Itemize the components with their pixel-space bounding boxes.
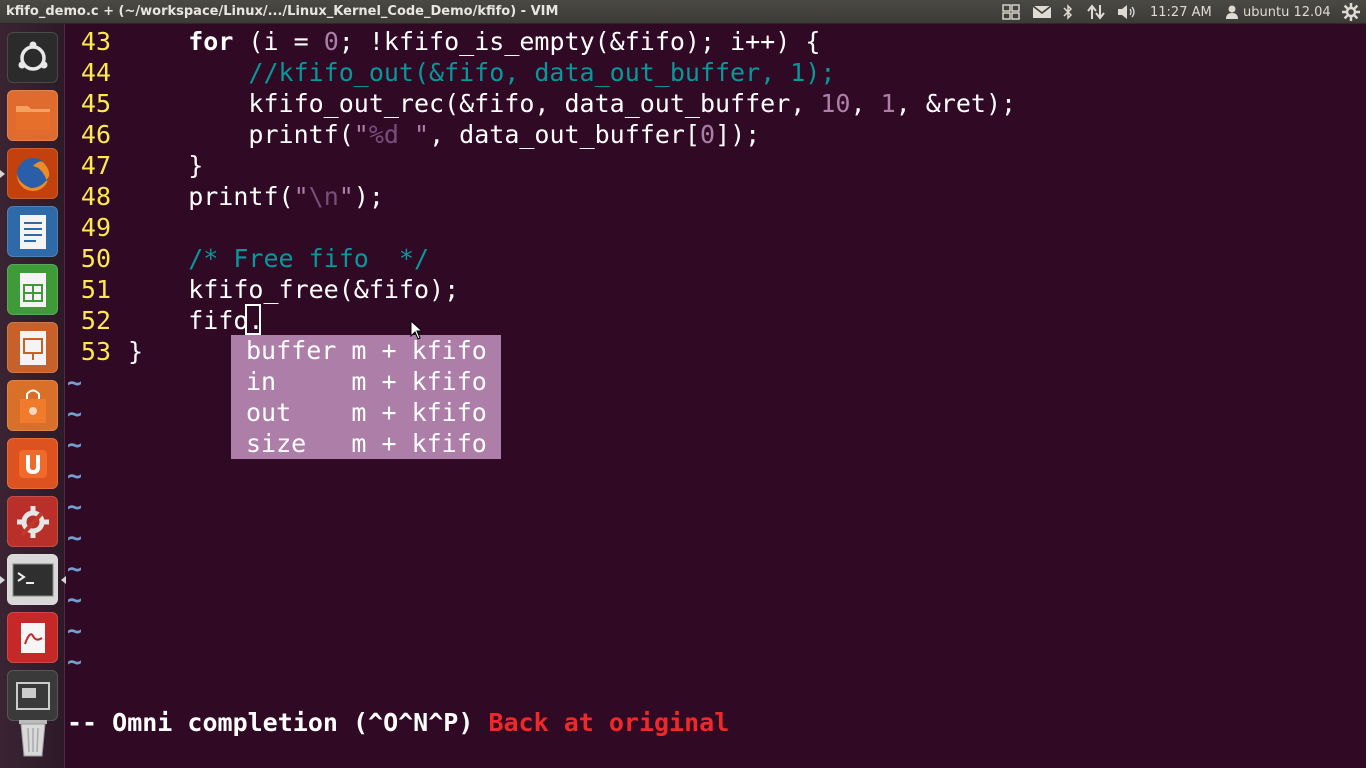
empty-line-tilde: ~	[67, 461, 83, 490]
launcher-trash[interactable]	[7, 710, 58, 761]
launcher-firefox[interactable]	[0, 148, 58, 199]
empty-line-tilde: ~	[67, 585, 83, 614]
shopping-bag-icon	[7, 380, 58, 431]
line-number: 43	[80, 27, 111, 56]
completion-item[interactable]: out m + kfifo	[231, 397, 501, 428]
text-cursor	[245, 304, 261, 335]
line-number: 50	[80, 244, 111, 273]
pdf-viewer-icon	[7, 612, 58, 663]
code-comment: /* Free fifo */	[128, 244, 430, 273]
network-icon[interactable]	[1085, 0, 1107, 24]
launcher-system-settings[interactable]	[7, 496, 58, 547]
code-text: printf("%d ", data_out_buffer[0]);	[128, 120, 761, 149]
running-indicator	[0, 576, 5, 584]
launcher-ubuntu-one[interactable]	[7, 438, 58, 489]
launcher-impress[interactable]	[7, 322, 58, 373]
code-text: kfifo_free(&fifo);	[128, 275, 460, 304]
completion-item[interactable]: size m + kfifo	[231, 428, 501, 459]
mouse-pointer-icon	[410, 319, 424, 344]
line-number: 48	[80, 182, 111, 211]
clock[interactable]: 11:27 AM	[1150, 0, 1212, 24]
ubuntu-one-icon	[7, 438, 58, 489]
empty-line-tilde: ~	[67, 430, 83, 459]
line-number: 49	[80, 213, 111, 242]
completion-item[interactable]: buffer m + kfifo	[231, 335, 501, 366]
libreoffice-impress-icon	[7, 322, 58, 373]
code-line-47: 47 }	[65, 150, 203, 181]
launcher-calc[interactable]	[7, 264, 58, 315]
code-line-43: 43 for (i = 0; !kfifo_is_empty(&fifo); i…	[65, 26, 821, 57]
code-line-45: 45 kfifo_out_rec(&fifo, data_out_buffer,…	[65, 88, 1016, 119]
running-indicator	[0, 170, 5, 178]
empty-line-tilde: ~	[67, 399, 83, 428]
code-text: fifo.	[128, 306, 264, 335]
launcher-writer[interactable]	[7, 206, 58, 257]
line-number: 46	[80, 120, 111, 149]
folder-icon	[7, 90, 58, 141]
session-gear-icon[interactable]	[1339, 0, 1363, 24]
bluetooth-icon[interactable]	[1060, 0, 1076, 24]
mail-icon[interactable]	[1031, 0, 1053, 24]
code-text: }	[128, 151, 204, 180]
code-comment: //kfifo_out(&fifo, data_out_buffer, 1);	[128, 58, 836, 87]
empty-line-tilde: ~	[67, 616, 83, 645]
empty-line-tilde: ~	[67, 554, 83, 583]
code-text: kfifo_out_rec(&fifo, data_out_buffer, 10…	[128, 89, 1017, 118]
line-number: 52	[80, 306, 111, 335]
line-number: 47	[80, 151, 111, 180]
code-line-52: 52 fifo.	[65, 305, 264, 336]
launcher-document-viewer[interactable]	[7, 612, 58, 663]
launcher-terminal[interactable]	[0, 554, 66, 605]
ubuntu-logo-icon	[7, 32, 58, 83]
code-line-48: 48 printf("\n");	[65, 181, 384, 212]
vim-mode-line: -- Omni completion (^O^N^P) Back at orig…	[67, 707, 729, 738]
code-text: for (i = 0; !kfifo_is_empty(&fifo); i++)…	[188, 27, 821, 56]
terminal-icon	[7, 554, 58, 605]
workspace-switcher-icon[interactable]	[1000, 0, 1022, 24]
code-line-44: 44 //kfifo_out(&fifo, data_out_buffer, 1…	[65, 57, 836, 88]
top-panel: kfifo_demo.c + (~/workspace/Linux/.../Li…	[0, 0, 1366, 24]
line-number: 45	[80, 89, 111, 118]
empty-line-tilde: ~	[67, 647, 83, 676]
trash-icon	[7, 710, 58, 761]
empty-line-tilde: ~	[67, 523, 83, 552]
code-line-53: 53}	[65, 336, 143, 367]
volume-icon[interactable]	[1115, 0, 1139, 24]
status-message: Back at original	[488, 708, 730, 737]
line-number: 44	[80, 58, 111, 87]
code-text: }	[128, 337, 144, 366]
vim-editor[interactable]: 43 for (i = 0; !kfifo_is_empty(&fifo); i…	[65, 24, 1366, 768]
line-number: 53	[80, 337, 111, 366]
libreoffice-calc-icon	[7, 264, 58, 315]
libreoffice-writer-icon	[7, 206, 58, 257]
launcher	[0, 24, 66, 768]
window-title: kfifo_demo.c + (~/workspace/Linux/.../Li…	[6, 4, 559, 19]
code-text: printf("\n");	[128, 182, 384, 211]
firefox-icon	[7, 148, 58, 199]
completion-popup: buffer m + kfifo in m + kfifo out m + kf…	[231, 335, 501, 459]
completion-item[interactable]: in m + kfifo	[231, 366, 501, 397]
code-line-46: 46 printf("%d ", data_out_buffer[0]);	[65, 119, 760, 150]
launcher-software-center[interactable]	[7, 380, 58, 431]
empty-line-tilde: ~	[67, 492, 83, 521]
user-icon	[1224, 0, 1240, 24]
settings-icon	[7, 496, 58, 547]
code-line-49: 49	[65, 212, 128, 243]
empty-line-tilde: ~	[67, 368, 83, 397]
launcher-files[interactable]	[7, 90, 58, 141]
code-line-51: 51 kfifo_free(&fifo);	[65, 274, 459, 305]
launcher-dash-home[interactable]	[7, 32, 58, 83]
user-name[interactable]: ubuntu 12.04	[1243, 0, 1331, 24]
line-number: 51	[80, 275, 111, 304]
code-line-50: 50 /* Free fifo */	[65, 243, 429, 274]
mode-indicator: -- Omni completion (^O^N^P)	[67, 708, 489, 737]
